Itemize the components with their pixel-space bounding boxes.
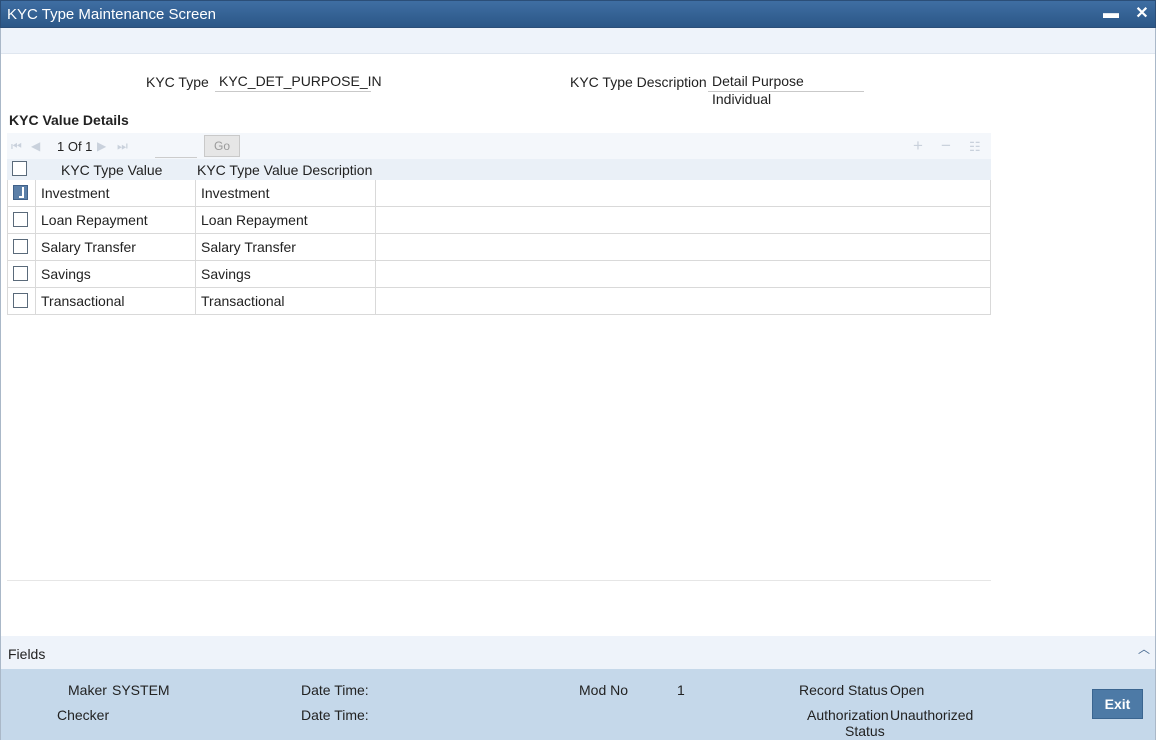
kyc-type-field[interactable]: KYC_DET_PURPOSE_IN [215,72,382,92]
row-description[interactable]: Transactional [196,288,376,314]
single-view-icon[interactable]: ☷ [969,139,981,155]
row-description[interactable]: Loan Repayment [196,207,376,233]
delete-row-icon[interactable]: − [941,136,951,156]
record-status-value: Open [890,682,925,698]
column-kyc-type-value-description[interactable]: KYC Type Value Description [197,162,372,178]
next-page-icon[interactable]: ▶ [97,139,106,153]
fields-bar[interactable]: Fields ︿ [1,636,1155,669]
kyc-value-grid: KYC Type Value KYC Type Value Descriptio… [7,159,991,581]
row-value[interactable]: Loan Repayment [36,207,196,233]
title-bar: KYC Type Maintenance Screen ▬ ✕ [0,0,1156,28]
row-checkbox[interactable] [13,239,28,254]
prev-page-icon[interactable]: ◀ [31,139,40,153]
row-value[interactable]: Salary Transfer [36,234,196,260]
column-kyc-type-value[interactable]: KYC Type Value [61,162,162,178]
chevron-up-icon[interactable]: ︿ [1138,640,1150,657]
row-description[interactable]: Investment [196,180,376,206]
authorization-status-label-2: Status [845,723,885,739]
grid-header: KYC Type Value KYC Type Value Descriptio… [7,159,991,180]
add-row-icon[interactable]: + [913,136,923,156]
table-row[interactable]: Savings Savings [7,261,991,288]
row-checkbox[interactable] [13,266,28,281]
grid-toolbar: ⏮ ◀ 1 Of 1 ▶ ⏭ Go + − ☷ [7,133,991,159]
row-value[interactable]: Transactional [36,288,196,314]
last-page-icon[interactable]: ⏭ [117,139,128,154]
authorization-status-value: Unauthorized [890,707,974,723]
kyc-type-description-label: KYC Type Description [570,74,707,90]
row-description[interactable]: Salary Transfer [196,234,376,260]
pager-text: 1 Of 1 [57,139,93,154]
row-value[interactable]: Savings [36,261,196,287]
fields-label[interactable]: Fields [8,646,45,662]
audit-panel: Maker SYSTEM Checker Date Time: Date Tim… [1,669,1155,740]
row-checkbox[interactable] [13,293,28,308]
maker-value: SYSTEM [112,682,170,698]
table-row[interactable]: Loan Repayment Loan Repayment [7,207,991,234]
maker-date-time-label: Date Time: [301,682,369,698]
checker-date-time-label: Date Time: [301,707,369,723]
record-status-label: Record Status [799,682,888,698]
minimize-icon[interactable]: ▬ [1101,4,1121,24]
row-checkbox[interactable] [13,185,28,200]
table-row[interactable]: Salary Transfer Salary Transfer [7,234,991,261]
exit-button[interactable]: Exit [1092,689,1143,719]
go-button[interactable]: Go [204,135,240,157]
mod-no-label: Mod No [579,682,629,698]
table-row[interactable]: Transactional Transactional [7,288,991,315]
mod-no-value: 1 [677,682,685,698]
authorization-status-label: Authorization [807,707,889,723]
row-description[interactable]: Savings [196,261,376,287]
kyc-type-description-field[interactable]: Detail Purpose Individual [708,72,864,107]
first-page-icon[interactable]: ⏮ [11,139,22,154]
table-row[interactable]: Investment Investment [7,180,991,207]
page-number-input[interactable] [155,136,197,158]
select-all-checkbox[interactable] [12,161,27,176]
window-title: KYC Type Maintenance Screen [7,6,217,23]
close-icon[interactable]: ✕ [1132,4,1152,24]
kyc-type-label: KYC Type [146,74,209,90]
row-checkbox[interactable] [13,212,28,227]
row-value[interactable]: Investment [36,180,196,206]
maker-label: Maker [68,682,107,698]
checker-label: Checker [57,707,110,723]
kyc-value-details-title: KYC Value Details [9,112,129,128]
toolbar-strip [1,28,1155,54]
